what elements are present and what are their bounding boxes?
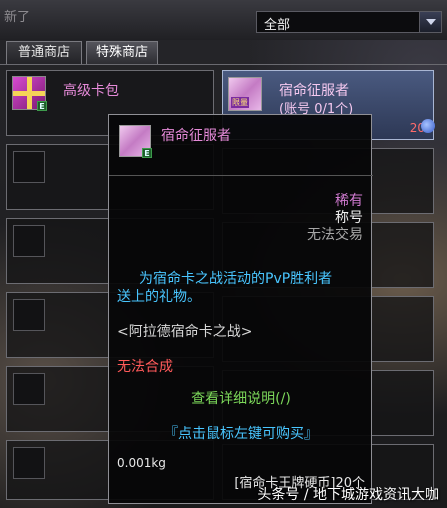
item-name: 高级卡包: [63, 83, 119, 99]
tab-normal-shop[interactable]: 普通商店: [6, 41, 82, 65]
tab-divider: [0, 64, 447, 65]
slot-icon-frame: [13, 151, 45, 183]
tooltip-title: 宿命征服者: [161, 128, 231, 144]
filter-value: 全部: [264, 18, 291, 33]
tooltip-trade-status: 无法交易: [307, 227, 363, 243]
tooltip-weight: 0.001kg: [117, 456, 166, 470]
buy-hint: 『点击鼠标左键可购买』: [164, 426, 318, 442]
category-filter-dropdown[interactable]: 全部: [256, 11, 442, 33]
epic-badge-icon: E: [142, 148, 152, 158]
item-tooltip: E 宿命征服者 稀有 称号 无法交易 为宿命卡之战活动的PvP胜利者 送上的礼物…: [108, 114, 373, 504]
chevron-down-icon[interactable]: [419, 12, 441, 32]
item-name: 宿命征服者: [279, 83, 349, 99]
watermark: 头条号 / 地下城游戏资讯大咖: [257, 487, 439, 503]
tab-special-shop[interactable]: 特殊商店: [86, 41, 158, 65]
slot-icon-frame: [13, 225, 45, 257]
tooltip-origin: <阿拉德宿命卡之战>: [117, 324, 253, 340]
slot-icon-frame: [13, 299, 45, 331]
background-label: 新了: [4, 10, 31, 25]
coin-icon: [421, 119, 435, 133]
epic-badge-icon: E: [37, 101, 47, 111]
title-card-icon: 限量: [228, 77, 262, 111]
detail-link[interactable]: 查看详细说明(/): [109, 388, 373, 408]
description-line: 为宿命卡之战活动的PvP胜利者: [139, 271, 333, 287]
slot-icon-frame: [13, 373, 45, 405]
top-bar: 新了 全部: [0, 0, 447, 40]
tooltip-no-combine: 无法合成: [117, 359, 173, 375]
slot-icon-frame: [13, 447, 45, 479]
divider: [109, 175, 373, 176]
tooltip-description: 为宿命卡之战活动的PvP胜利者 送上的礼物。: [117, 270, 365, 306]
description-line: 送上的礼物。: [117, 289, 201, 305]
